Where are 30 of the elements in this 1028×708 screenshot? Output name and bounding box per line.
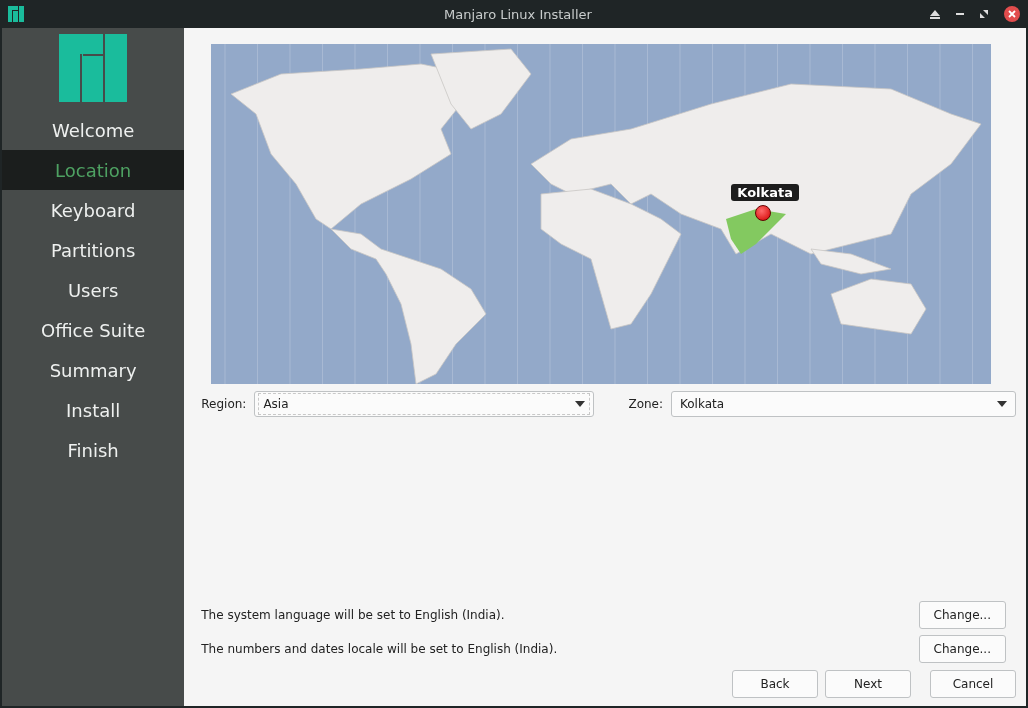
sidebar-item[interactable]: Keyboard: [2, 190, 185, 230]
sidebar-item[interactable]: Office Suite: [2, 310, 185, 350]
change-button[interactable]: Change...: [918, 635, 1006, 663]
zone-label: Zone:: [628, 397, 663, 411]
sidebar-item[interactable]: Partitions: [2, 230, 185, 270]
locale-text: The numbers and dates locale will be set to English (India).: [201, 642, 558, 656]
region-dropdown[interactable]: Asia: [254, 391, 595, 417]
sidebar-item[interactable]: Location: [2, 150, 185, 190]
india-highlight: [726, 209, 787, 254]
sidebar-item[interactable]: Finish: [2, 430, 185, 470]
sidebar-item[interactable]: Welcome: [2, 110, 185, 150]
sidebar-item[interactable]: Users: [2, 270, 185, 310]
app-logo-icon: [8, 6, 24, 22]
sidebar-item[interactable]: Install: [2, 390, 185, 430]
window-title: Manjaro Linux Installer: [443, 6, 593, 22]
change-button[interactable]: Change...: [918, 601, 1006, 629]
dropdown-caret-icon: [997, 401, 1007, 407]
locale-text: The system language will be set to English (India).: [201, 608, 505, 622]
region-label: Region:: [201, 397, 247, 411]
dropdown-caret-icon: [575, 401, 586, 407]
zone-dropdown[interactable]: Kolkata: [671, 391, 1016, 417]
nav-button[interactable]: Next: [825, 670, 911, 698]
nav-button[interactable]: Cancel: [930, 670, 1016, 698]
pin-label: Kolkata: [731, 184, 799, 201]
maximize-icon[interactable]: [980, 10, 988, 18]
nav-button[interactable]: Back: [732, 670, 818, 698]
eject-icon[interactable]: [930, 9, 940, 19]
sidebar-item[interactable]: Summary: [2, 350, 185, 390]
close-icon[interactable]: [1004, 6, 1020, 22]
manjaro-logo: [59, 34, 128, 102]
